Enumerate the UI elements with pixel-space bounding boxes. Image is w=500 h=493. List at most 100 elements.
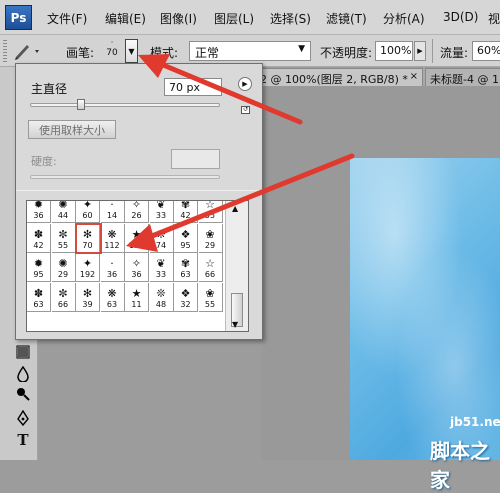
menu-select[interactable]: 选择(S) bbox=[270, 10, 311, 27]
tab-layer2-document[interactable]: 2 @ 100%(图层 2, RGB/8) * × bbox=[255, 68, 423, 86]
brush-size-label: 95 bbox=[180, 240, 191, 250]
menu-filter[interactable]: 滤镜(T) bbox=[326, 10, 367, 27]
reset-size-icon[interactable]: ↺ bbox=[241, 106, 250, 114]
gradient-tool-icon[interactable] bbox=[12, 343, 34, 361]
mode-value: 正常 bbox=[195, 46, 220, 60]
brush-preset-cell[interactable]: ✾ 63 bbox=[174, 253, 198, 282]
brush-preset-cell[interactable]: ✺ 44 bbox=[51, 201, 76, 223]
brush-size-label: 11 bbox=[131, 299, 142, 309]
brush-preset-cell[interactable]: ✾ 42 bbox=[174, 201, 198, 223]
menu-image[interactable]: 图像(I) bbox=[160, 10, 197, 27]
brush-preset-cell[interactable]: ❖ 32 bbox=[174, 282, 198, 312]
triangle-right-icon: ▶ bbox=[417, 47, 423, 55]
brush-preset-cell[interactable]: ✹ 36 bbox=[27, 200, 51, 223]
brush-preset-cell[interactable]: ✼ 55 bbox=[51, 223, 76, 253]
brush-dropdown-button[interactable]: ▼ bbox=[125, 39, 138, 63]
menu-layer[interactable]: 图层(L) bbox=[214, 10, 254, 27]
brush-preset-cell[interactable]: ❋ 112 bbox=[100, 223, 125, 253]
brush-tip-icon: ✹ bbox=[33, 200, 44, 211]
options-grip[interactable] bbox=[3, 40, 7, 62]
brush-size-label: 36 bbox=[131, 270, 142, 279]
tab-title: 2 @ 100%(图层 2, RGB/8) * bbox=[260, 73, 408, 86]
brush-tip-icon: ✽ bbox=[33, 227, 44, 241]
brush-size-label: 36 bbox=[33, 211, 44, 220]
flow-label: 流量: bbox=[440, 46, 469, 60]
opacity-slider-button[interactable]: ▶ bbox=[414, 41, 426, 61]
diameter-slider-track[interactable] bbox=[30, 103, 220, 107]
watermark-url: jb51.net bbox=[450, 415, 500, 429]
brush-size-label: 14 bbox=[106, 211, 118, 220]
hardness-input[interactable] bbox=[171, 149, 220, 169]
menu-view[interactable]: 视 bbox=[488, 10, 500, 27]
brush-preset-cell[interactable]: ✼ 66 bbox=[51, 282, 76, 312]
brush-tip-icon: ✼ bbox=[58, 227, 68, 241]
menu-file[interactable]: 文件(F) bbox=[47, 10, 87, 27]
brush-tip-icon: ✧ bbox=[131, 200, 142, 211]
menu-bar: Ps 文件(F) 编辑(E) 图像(I) 图层(L) 选择(S) 滤镜(T) 分… bbox=[0, 0, 500, 35]
brush-size-label: 134 bbox=[128, 240, 145, 250]
brush-preset-cell[interactable]: ✽ 63 bbox=[27, 282, 51, 312]
opacity-input[interactable]: 100% bbox=[375, 41, 413, 61]
brush-preset-cell[interactable]: ☆ 66 bbox=[198, 253, 223, 282]
menu-edit[interactable]: 编辑(E) bbox=[105, 10, 146, 27]
brush-size-label: 55 bbox=[204, 211, 216, 220]
brush-preset-cell[interactable]: ❋ 63 bbox=[100, 282, 125, 312]
brush-preset-cell[interactable]: ✻ 39 bbox=[76, 282, 100, 312]
brush-size-label: 63 bbox=[106, 299, 118, 309]
watermark-name: 脚本之家 bbox=[430, 439, 490, 492]
brush-size-label: 66 bbox=[204, 270, 216, 279]
type-tool-icon[interactable]: T bbox=[12, 431, 34, 449]
brush-preset-cell[interactable]: ❀ 55 bbox=[198, 282, 223, 312]
brush-preset-picker[interactable]: · 70 bbox=[98, 38, 126, 64]
brush-tip-icon: ★ bbox=[131, 286, 142, 300]
brush-preset-cell[interactable]: · 14 bbox=[100, 201, 125, 223]
scroll-up-icon[interactable]: ▲ bbox=[232, 204, 238, 213]
brush-tip-icon: ★ bbox=[131, 227, 142, 241]
brush-tip-icon: ❋ bbox=[107, 227, 117, 241]
scroll-down-icon[interactable]: ▼ bbox=[232, 320, 238, 329]
mode-select[interactable]: 正常 ▼ bbox=[189, 41, 311, 61]
brush-preset-cell[interactable]: ❦ 33 bbox=[149, 253, 174, 282]
brush-size-label: 42 bbox=[33, 240, 44, 250]
brush-size-label: 48 bbox=[155, 299, 167, 309]
brush-preset-cell[interactable]: ❊ 74 bbox=[149, 223, 174, 253]
close-icon[interactable]: × bbox=[410, 71, 418, 82]
menu-analysis[interactable]: 分析(A) bbox=[383, 10, 425, 27]
brush-preset-cell[interactable]: ❦ 33 bbox=[149, 200, 174, 223]
brush-size-label: 95 bbox=[33, 270, 44, 279]
brush-preset-cell[interactable]: ★ 11 bbox=[125, 282, 149, 312]
brush-preset-cell[interactable]: ✽ 42 bbox=[27, 223, 51, 253]
chevron-down-icon: ▼ bbox=[128, 46, 135, 56]
brush-preset-cell[interactable]: ❀ 29 bbox=[198, 223, 223, 253]
flow-input[interactable]: 60% bbox=[472, 41, 500, 61]
brush-tip-icon: ❦ bbox=[156, 200, 166, 211]
hardness-slider-track[interactable] bbox=[30, 175, 220, 179]
brush-preset-cell[interactable]: ✧ 26 bbox=[125, 200, 149, 223]
brush-tip-icon: ✾ bbox=[180, 257, 191, 270]
brush-preset-cell[interactable]: ❊ 48 bbox=[149, 282, 174, 312]
brush-size-label: 55 bbox=[204, 299, 216, 309]
brush-tip-icon: ✺ bbox=[58, 257, 68, 270]
brush-preset-cell[interactable]: ✹ 95 bbox=[27, 253, 51, 282]
preset-list-scrollbar[interactable]: ▲ ▼ bbox=[225, 201, 248, 331]
panel-menu-icon[interactable]: ▶ bbox=[238, 77, 252, 91]
pen-tool-icon[interactable] bbox=[12, 409, 34, 427]
site-watermark: jb51.net 脚本之家 bbox=[392, 410, 500, 492]
brush-tip-icon: ✧ bbox=[131, 257, 142, 270]
use-sample-size-button[interactable]: 使用取样大小 bbox=[28, 120, 116, 139]
blur-tool-icon[interactable] bbox=[12, 365, 34, 383]
diameter-slider-thumb[interactable] bbox=[77, 99, 86, 110]
dodge-tool-icon[interactable] bbox=[12, 385, 34, 403]
tab-untitled-4[interactable]: 未标题-4 @ 1 bbox=[425, 68, 500, 86]
brush-preset-cell[interactable]: ✺ 29 bbox=[51, 253, 76, 282]
menu-3d[interactable]: 3D(D) bbox=[443, 10, 478, 24]
brush-preset-cell[interactable]: ✧ 36 bbox=[125, 253, 149, 282]
brush-tool-preset-icon[interactable] bbox=[13, 41, 43, 61]
brush-preset-cell[interactable]: ✦ 60 bbox=[76, 201, 100, 223]
master-diameter-input[interactable]: 70 px bbox=[164, 78, 222, 96]
brush-preset-cell[interactable]: ✦ 192 bbox=[76, 253, 100, 282]
brush-preset-cell[interactable]: ☆ 55 bbox=[198, 201, 223, 223]
brush-preset-cell[interactable]: · 36 bbox=[100, 253, 125, 282]
brush-preset-cell[interactable]: ❖ 95 bbox=[174, 223, 198, 253]
brush-preset-cell[interactable]: ★ 134 bbox=[125, 223, 149, 253]
